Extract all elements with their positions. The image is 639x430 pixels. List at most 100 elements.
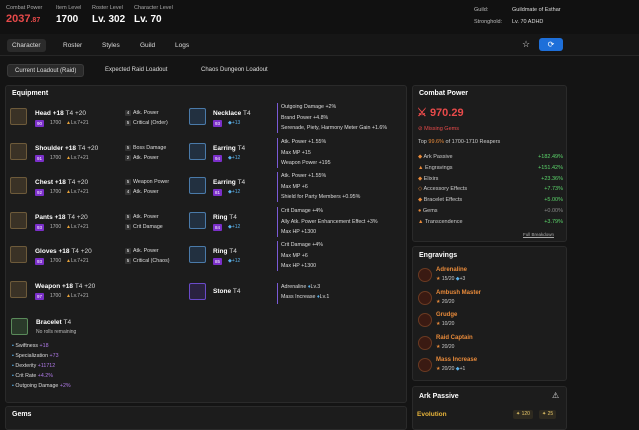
gear-icon[interactable] bbox=[10, 212, 27, 229]
gear-icon[interactable] bbox=[10, 281, 27, 298]
engraving-icon bbox=[418, 335, 432, 350]
cp-row-label: ◆ Ark Passive bbox=[418, 154, 453, 160]
bracelet-stat: ▪ Outgoing Damage +2% bbox=[12, 383, 71, 389]
accessory-effect: Max MP +15 bbox=[281, 149, 311, 156]
accessory-icon[interactable] bbox=[189, 246, 206, 263]
stone-icon[interactable] bbox=[189, 283, 206, 300]
gems-panel bbox=[5, 406, 407, 430]
bracelet-icon[interactable] bbox=[11, 318, 28, 335]
tab-guild[interactable]: Guild bbox=[135, 39, 160, 52]
tab-expected-loadout[interactable]: Expected Raid Loadout bbox=[98, 64, 174, 77]
accessory-bonus: ◆+12 bbox=[228, 258, 241, 264]
accessory-effect: Atk. Power +1.55% bbox=[281, 173, 327, 179]
gear-name[interactable]: Pants +18 T4 +20 bbox=[35, 214, 88, 221]
roster-level-value: Lv. 302 bbox=[92, 14, 126, 25]
star-icon[interactable]: ☆ bbox=[522, 39, 530, 50]
gear-stat: 4 Atk. Power bbox=[125, 110, 159, 116]
accessory-name[interactable]: Earring T4 bbox=[213, 179, 245, 186]
combat-power-title: Combat Power bbox=[419, 90, 469, 97]
gear-stat: 5 Atk. Power bbox=[125, 248, 159, 254]
tab-chaos-loadout[interactable]: Chaos Dungeon Loadout bbox=[194, 64, 275, 77]
accessory-name[interactable]: Ring T4 bbox=[213, 214, 237, 221]
tab-character[interactable]: Character bbox=[7, 39, 46, 52]
stone-name[interactable]: Stone T4 bbox=[213, 288, 240, 295]
ark-passive-title: Ark Passive bbox=[419, 393, 459, 400]
item-level-value: 1700 bbox=[56, 14, 79, 25]
gear-level: ▲Lv.7+21 bbox=[66, 189, 89, 195]
quality-badge: 85 bbox=[213, 258, 223, 265]
cp-row-value: +23.36% bbox=[541, 175, 563, 182]
guild-value[interactable]: Guildmate of Esthar bbox=[512, 7, 561, 13]
bracelet-stat: ▪ Swiftness +18 bbox=[12, 343, 49, 349]
star-small-icon: ✦ bbox=[516, 411, 521, 417]
engraving-level: ★ 20/20 ◆+1 bbox=[436, 366, 466, 372]
engraving-icon bbox=[418, 290, 432, 305]
quality-badge: 84 bbox=[213, 224, 223, 231]
engraving-item[interactable]: Adrenaline ★ 15/20 ◆+3 bbox=[416, 267, 569, 286]
tab-roster[interactable]: Roster bbox=[58, 39, 87, 52]
engravings-title: Engravings bbox=[419, 252, 458, 259]
gear-icon[interactable] bbox=[10, 177, 27, 194]
gear-name[interactable]: Shoulder +18 T4 +20 bbox=[35, 145, 98, 152]
quality-badge: 90 bbox=[35, 120, 45, 127]
tab-logs[interactable]: Logs bbox=[170, 39, 194, 52]
tab-styles[interactable]: Styles bbox=[97, 39, 125, 52]
gear-icon[interactable] bbox=[10, 246, 27, 263]
quality-badge: 94 bbox=[213, 155, 223, 162]
stat-icon: ● bbox=[418, 208, 422, 214]
combat-power-label: Combat Power bbox=[6, 5, 43, 11]
full-breakdown-link[interactable]: Full Breakdown bbox=[523, 232, 554, 237]
accessory-icon[interactable] bbox=[189, 108, 206, 125]
lock-icon: ▪ bbox=[12, 343, 14, 349]
cp-row-value: +151.42% bbox=[538, 164, 563, 171]
gear-level: ▲Lv.7+21 bbox=[66, 224, 89, 230]
item-level-small: 1700 bbox=[50, 224, 62, 230]
accessory-effect: Serenade, Piety, Harmony Meter Gain +1.6… bbox=[281, 125, 388, 131]
gear-stat: 4 Atk. Power bbox=[125, 189, 159, 195]
engraving-icon bbox=[418, 358, 432, 372]
accessory-effect: Max HP +1300 bbox=[281, 263, 317, 269]
gear-level: ▲Lv.7+21 bbox=[66, 258, 89, 264]
gear-stat: 2 Atk. Power bbox=[125, 155, 159, 161]
refresh-button[interactable]: ⟳ bbox=[539, 38, 563, 51]
engraving-level: ★ 15/20 ◆+3 bbox=[436, 276, 466, 282]
accessory-icon[interactable] bbox=[189, 212, 206, 229]
engraving-item[interactable]: Grudge ★ 10/20 bbox=[416, 312, 569, 331]
cp-row-label: ◇ Accessory Effects bbox=[418, 186, 468, 193]
accessory-name[interactable]: Earring T4 bbox=[213, 145, 245, 152]
bracelet-name[interactable]: Bracelet T4 bbox=[36, 319, 71, 326]
quality-badge: 92 bbox=[35, 189, 45, 196]
tab-current-loadout[interactable]: Current Loadout (Raid) bbox=[7, 64, 85, 77]
gear-name[interactable]: Head +18 T4 +20 bbox=[35, 110, 86, 117]
accessory-name[interactable]: Necklace T4 bbox=[213, 110, 251, 117]
engraving-level: ★ 20/20 bbox=[436, 343, 455, 350]
accessory-icon[interactable] bbox=[189, 177, 206, 194]
engraving-item[interactable]: Ambush Master ★ 20/20 bbox=[416, 290, 569, 309]
gear-icon[interactable] bbox=[10, 108, 27, 125]
engraving-level: ★ 10/20 bbox=[436, 321, 455, 327]
engraving-icon bbox=[418, 313, 432, 327]
item-level-small: 1700 bbox=[50, 258, 62, 264]
gear-name[interactable]: Chest +18 T4 +20 bbox=[35, 179, 88, 186]
accessory-icon[interactable] bbox=[189, 143, 206, 160]
engraving-item[interactable]: Mass Increase ★ 20/20 ◆+1 bbox=[416, 357, 569, 376]
gear-icon[interactable] bbox=[10, 143, 27, 160]
cp-row-value: +3.79% bbox=[544, 218, 563, 225]
character-level-label: Character Level bbox=[134, 5, 173, 11]
engraving-name: Ambush Master bbox=[436, 289, 482, 296]
gear-name[interactable]: Gloves +18 T4 +20 bbox=[35, 248, 92, 255]
combat-power-value: 2037.87 bbox=[6, 13, 41, 25]
engraving-name: Mass Increase bbox=[436, 357, 478, 363]
engraving-name: Adrenaline bbox=[436, 267, 468, 273]
bracelet-stat: ▪ Crit Rate +4.2% bbox=[12, 373, 53, 379]
quality-badge: 93 bbox=[35, 258, 45, 265]
accessory-bonus: ◆+12 bbox=[228, 224, 241, 230]
warning-icon[interactable]: ⚠ bbox=[552, 391, 559, 400]
accessory-name[interactable]: Ring T4 bbox=[213, 248, 237, 255]
accessory-effect: Crit Damage +4% bbox=[281, 208, 323, 214]
gear-name[interactable]: Weapon +18 T4 +20 bbox=[35, 283, 95, 290]
stone-engraving-2: Mass Increase ♦Lv.1 bbox=[281, 294, 330, 300]
cp-row-label: ● Gems bbox=[418, 208, 438, 214]
accessory-bonus: ◆+12 bbox=[228, 189, 241, 195]
engraving-item[interactable]: Raid Captain ★ 20/20 bbox=[416, 335, 569, 354]
